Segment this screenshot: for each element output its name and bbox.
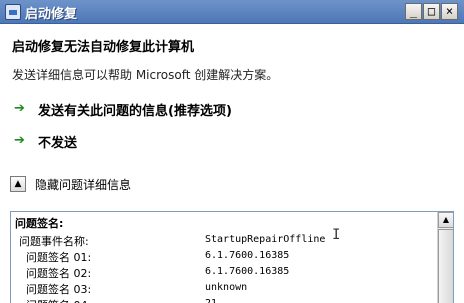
page-title: 启动修复无法自动修复此计算机 [12,40,195,55]
green-arrow-icon: ➔ [14,133,25,148]
hide-details-label: 隐藏问题详细信息 [35,177,132,192]
detail-value: 6.1.7600.16385 [205,250,290,261]
detail-value: StartupRepairOffline [205,234,326,245]
window-title: 启动修复 [25,7,78,22]
app-icon [5,4,21,20]
text-cursor-icon: I [332,227,341,243]
scroll-up-icon[interactable]: ▲ [438,212,453,228]
send-info-option[interactable]: ➔ 发送有关此问题的信息(推荐选项) [14,99,232,119]
vertical-scrollbar[interactable]: ▲ [437,212,453,303]
send-info-label: 发送有关此问题的信息(推荐选项) [38,103,232,119]
up-triangle-icon[interactable]: ▲ [10,176,26,192]
details-heading: 问题签名: [15,217,64,230]
dont-send-option[interactable]: ➔ 不发送 [14,131,77,151]
hide-details-toggle[interactable]: ▲ 隐藏问题详细信息 [10,174,131,194]
detail-row: 问题签名 02: 6.1.7600.16385 [26,265,289,281]
green-arrow-icon: ➔ [14,101,25,116]
detail-key: 问题签名 03: [26,283,92,296]
description-text: 发送详细信息可以帮助 Microsoft 创建解决方案。 [12,68,279,82]
detail-key: 问题签名 02: [26,267,92,280]
problem-details-box[interactable]: 问题签名: 问题事件名称: StartupRepairOffline 问题签名 … [10,211,454,303]
scroll-thumb[interactable] [438,229,453,303]
detail-key: 问题签名 04: [26,297,91,303]
detail-row: 问题事件名称: StartupRepairOffline [19,233,325,249]
detail-value: 21 [205,298,217,303]
detail-key: 问题签名 01: [26,251,92,264]
detail-row: 问题签名 01: 6.1.7600.16385 [26,249,289,265]
close-button[interactable]: × [441,3,458,20]
title-bar[interactable]: 启动修复 _ □ × [0,0,464,24]
detail-row: 问题签名 04: 21 [26,297,217,303]
detail-key: 问题事件名称: [19,235,89,248]
dont-send-label: 不发送 [38,135,78,151]
detail-row: 问题签名 03: unknown [26,281,247,297]
maximize-button[interactable]: □ [423,3,440,20]
minimize-button[interactable]: _ [405,3,422,20]
detail-value: 6.1.7600.16385 [205,266,290,277]
detail-value: unknown [205,282,248,293]
